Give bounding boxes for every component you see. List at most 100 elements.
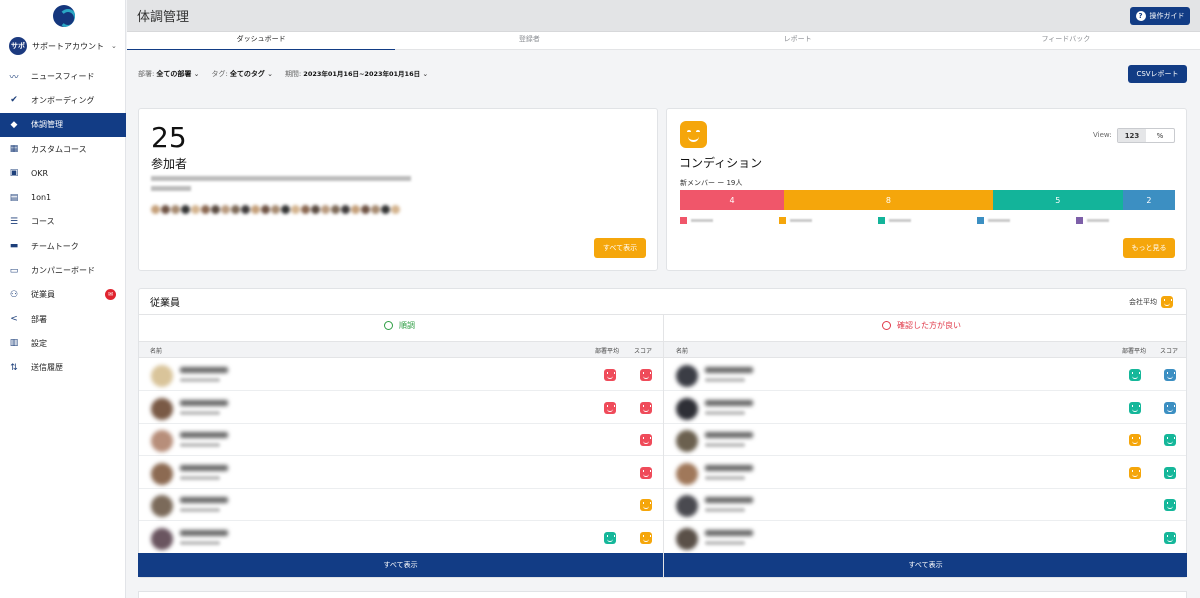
account-switcher[interactable]: サポ サポートアカウント ⌄ [9,37,117,55]
building-icon: ▥ [9,338,19,349]
sidebar-item-6[interactable]: ☰ コース [0,210,126,234]
table-row[interactable] [139,522,663,554]
sidebar-item-11[interactable]: ▥ 設定 [0,331,126,355]
avatar [151,462,173,485]
condition-bar: 4852 [680,190,1175,210]
participant-avatar [181,205,190,214]
tab-report[interactable]: レポート [663,32,932,50]
score-face-icon [640,531,652,544]
trend-icon: 〰 [9,72,19,83]
legend-item-0 [680,217,779,224]
sidebar-item-2[interactable]: ◆ 体調管理 [0,112,126,137]
employee-name-blurred [705,464,753,471]
score-face-icon [640,434,652,446]
sidebar-item-label: OKR [31,168,49,178]
condition-segment-3: 2 [1122,190,1175,210]
table-row[interactable] [664,457,1186,489]
sidebar-item-5[interactable]: ▤ 1on1 [0,185,126,209]
table-row[interactable] [664,359,1186,391]
grid-icon: ▦ [9,144,19,155]
list-icon: ☰ [9,216,19,227]
people-icon: ⚇ [9,289,19,300]
employee-dept-blurred [180,540,220,545]
sidebar-item-12[interactable]: ⇅ 送信履歴 [0,356,126,380]
table-row[interactable] [139,489,663,521]
app-logo[interactable] [53,5,75,27]
sidebar-item-8[interactable]: ▭ カンパニーボード [0,258,126,282]
view-toggle: 123 % [1117,128,1175,143]
table-row[interactable] [664,392,1186,424]
employee-dept-blurred [705,540,745,545]
view-count-option[interactable]: 123 [1118,129,1146,142]
guide-button[interactable]: ? 操作ガイド [1130,7,1190,25]
tab-dashboard[interactable]: ダッシュボード [127,32,396,50]
table-row[interactable] [139,424,663,456]
book-icon: ▣ [9,168,19,179]
sidebar-item-label: 体調管理 [31,120,63,130]
sidebar-item-4[interactable]: ▣ OKR [0,161,126,185]
table-row[interactable] [664,424,1186,456]
condition-more-button[interactable]: もっと見る [1123,238,1175,258]
good-column-header: 順調 [384,320,415,331]
employee-name-blurred [705,367,753,373]
tab-registrants[interactable]: 登録者 [395,32,664,50]
table-row[interactable] [139,392,663,424]
department-average-face-icon [604,531,616,544]
attention-show-all-button[interactable]: すべて表示 [664,553,1187,577]
frown-icon [882,321,891,330]
score-face-icon [640,369,652,381]
employee-dept-blurred [180,378,220,382]
participant-label: 参加者 [151,157,188,171]
table-row[interactable] [139,359,663,391]
table-row[interactable] [139,457,663,489]
legend-item-3 [977,217,1076,224]
avatar [151,527,173,550]
participants-show-all-button[interactable]: すべて表示 [594,238,646,258]
department-average-face-icon [1129,434,1141,446]
sidebar-nav: 〰 ニュースフィード ✔ オンボーディング ◆ 体調管理 ▦ カスタムコース ▣ OKR ▤ 1on1… [0,64,126,380]
view-percent-option[interactable]: % [1146,129,1174,142]
period-filter[interactable]: 期間: 2023年01月16日~2023年01月16日 ⌄ [285,68,428,79]
avatar [151,430,173,452]
sidebar-item-3[interactable]: ▦ カスタムコース [0,137,126,161]
tag-filter[interactable]: タグ: 全てのタグ ⌄ [211,69,272,79]
view-label: View: [1093,131,1112,139]
csv-report-button[interactable]: CSVレポート [1128,65,1187,83]
legend-label-blurred [691,219,713,222]
legend-item-4 [1076,217,1175,224]
participant-avatar [341,205,350,214]
tab-feedback[interactable]: フィードバック [931,32,1200,50]
avatar [676,397,698,420]
participant-avatar [231,205,240,214]
account-avatar: サポ [9,37,27,55]
chevron-down-icon: ⌄ [193,69,200,78]
legend-label-blurred [889,219,911,222]
sidebar-item-7[interactable]: ▬ チームトーク [0,234,126,258]
sidebar-item-1[interactable]: ✔ オンボーディング [0,88,126,112]
participant-avatar [151,205,160,214]
table-row[interactable] [664,522,1186,554]
participant-avatar [191,205,200,214]
account-name: サポートアカウント [32,41,104,51]
department-filter[interactable]: 部署: 全ての部署 ⌄ [138,69,199,79]
table-row[interactable] [664,489,1186,521]
sidebar-item-label: カスタムコース [31,144,87,154]
sidebar-item-10[interactable]: < 部署 [0,307,126,331]
sidebar-item-label: 部署 [31,314,47,324]
avatar [676,365,698,387]
company-average-face-icon [1161,296,1173,308]
good-show-all-button[interactable]: すべて表示 [138,553,663,577]
sidebar-item-9[interactable]: ⚇ 従業員 ✉ [0,283,126,307]
good-table-header: 名前 部署平均 スコア [139,341,663,358]
employee-name-blurred [180,399,228,406]
sort-icon: ⇅ [10,362,18,373]
sidebar-item-label: 1on1 [31,193,52,203]
next-card [138,591,1187,598]
participant-avatar [161,205,170,214]
condition-segment-1: 8 [784,190,993,210]
participant-avatar [301,205,310,214]
employee-name-blurred [180,432,228,438]
sidebar-item-0[interactable]: 〰 ニュースフィード [0,64,126,88]
participant-avatar [251,205,260,214]
employee-name-blurred [180,464,228,471]
